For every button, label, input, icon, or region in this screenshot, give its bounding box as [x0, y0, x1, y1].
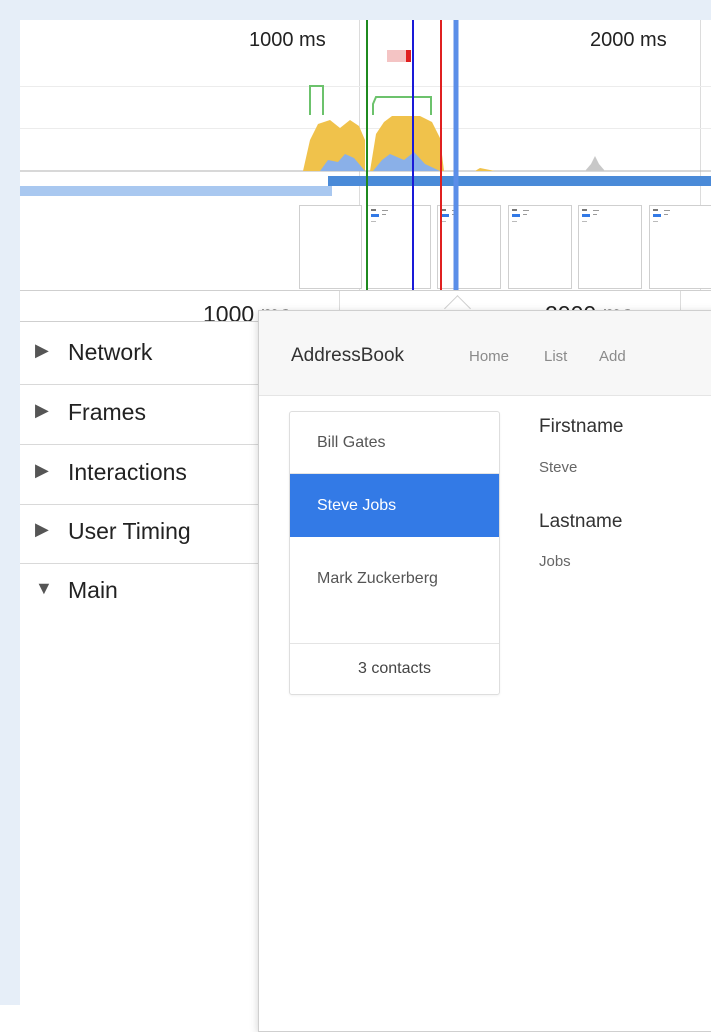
screenshot-popup: AddressBook Home List Add Bill Gates Ste…	[258, 310, 711, 1032]
track-label: Interactions	[68, 459, 187, 485]
nav-link-add[interactable]: Add	[599, 348, 626, 365]
timing-markers	[366, 20, 459, 290]
track-network[interactable]: ▶ Network	[20, 326, 260, 385]
lastname-value: Jobs	[539, 553, 571, 570]
left-frame-border	[0, 0, 20, 1005]
track-label: Network	[68, 339, 153, 365]
track-interactions[interactable]: ▶ Interactions	[20, 446, 260, 505]
contact-item-selected[interactable]: Steve Jobs	[290, 474, 499, 537]
triangle-right-icon[interactable]: ▶	[35, 340, 49, 361]
contact-list: Bill Gates Steve Jobs Mark Zuckerberg 3 …	[289, 411, 500, 695]
track-label: Frames	[68, 399, 146, 425]
triangle-right-icon[interactable]: ▶	[35, 400, 49, 421]
app-navbar: AddressBook Home List Add	[259, 311, 711, 396]
app-brand[interactable]: AddressBook	[291, 345, 404, 367]
track-frames[interactable]: ▶ Frames	[20, 386, 260, 445]
nav-link-list[interactable]: List	[544, 348, 567, 365]
firstname-label: Firstname	[539, 416, 624, 437]
contact-item[interactable]: Bill Gates	[290, 412, 499, 474]
track-user-timing[interactable]: ▶ User Timing	[20, 505, 260, 564]
track-label: User Timing	[68, 518, 191, 544]
triangle-right-icon[interactable]: ▶	[35, 519, 49, 540]
nav-link-home[interactable]: Home	[469, 348, 509, 365]
triangle-right-icon[interactable]: ▶	[35, 460, 49, 481]
track-main[interactable]: ▼ Main	[20, 564, 260, 622]
triangle-down-icon[interactable]: ▼	[35, 578, 53, 599]
top-frame-border	[20, 0, 711, 20]
firstname-value: Steve	[539, 459, 578, 476]
timeline-overview[interactable]: 1000 ms 2000 ms	[20, 20, 711, 290]
contact-item[interactable]: Mark Zuckerberg	[290, 537, 499, 644]
lastname-label: Lastname	[539, 511, 623, 532]
track-label: Main	[68, 577, 118, 603]
contact-count: 3 contacts	[358, 660, 431, 677]
